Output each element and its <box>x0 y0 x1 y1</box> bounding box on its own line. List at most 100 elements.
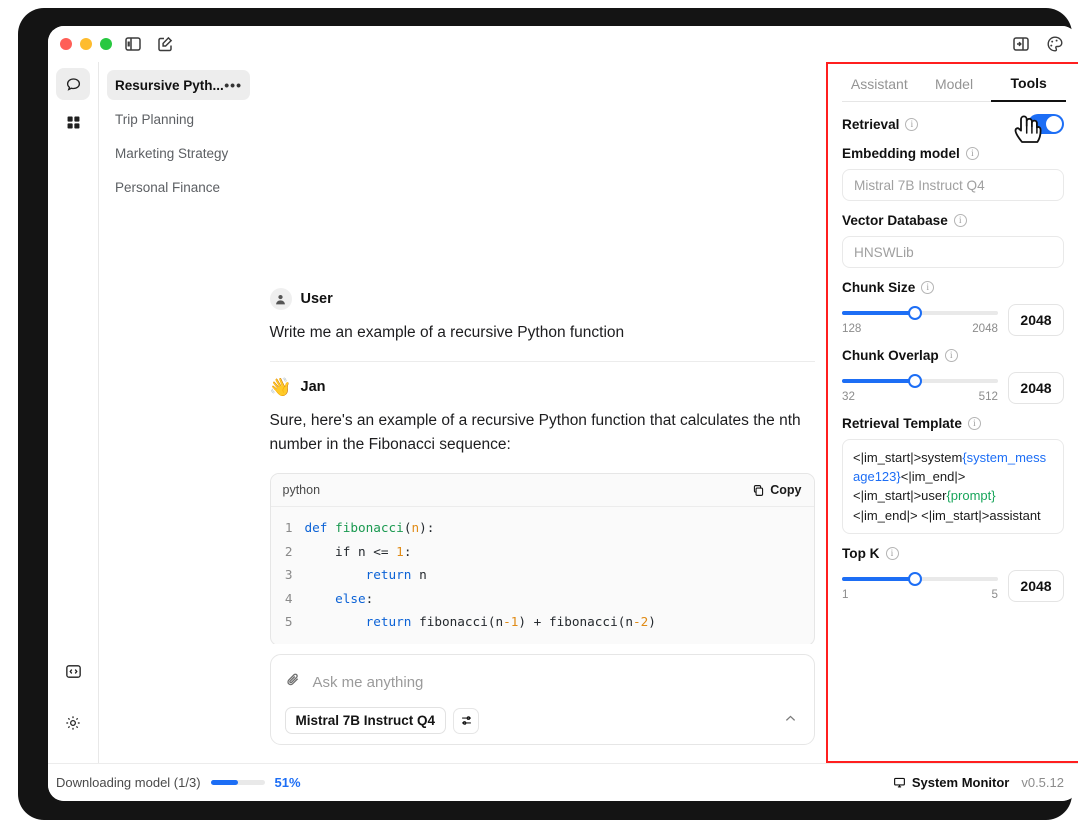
chunk-size-range: 128 2048 <box>842 322 998 335</box>
slider-fill <box>842 311 915 315</box>
right-panel-toggle-icon[interactable] <box>1012 35 1030 53</box>
info-icon[interactable]: i <box>968 417 981 430</box>
retrieval-template-label-group: Retrieval Template i <box>842 416 1064 431</box>
rail-item-chat[interactable] <box>56 68 90 100</box>
slider-thumb[interactable] <box>908 572 922 586</box>
info-icon[interactable]: i <box>945 349 958 362</box>
message-assistant: 👋 Jan Sure, here's an example of a recur… <box>270 361 815 644</box>
app-body: Resursive Pyth... ••• Trip Planning Mark… <box>48 62 1078 763</box>
theme-palette-icon[interactable] <box>1046 35 1064 53</box>
thread-item-3[interactable]: Personal Finance <box>107 172 250 202</box>
icon-rail <box>48 62 98 763</box>
info-icon[interactable]: i <box>921 281 934 294</box>
chunk-overlap-range: 32 512 <box>842 390 998 403</box>
code-line-text: if n <= 1: <box>305 540 412 564</box>
slider-thumb[interactable] <box>908 374 922 388</box>
vector-database-label-group: Vector Database i <box>842 213 1064 228</box>
thread-item-2[interactable]: Marketing Strategy <box>107 138 250 168</box>
code-icon[interactable] <box>56 655 90 687</box>
chunk-size-slider-row: 128 2048 2048 <box>842 304 1064 336</box>
retrieval-row: Retrieval i <box>842 114 1064 134</box>
chevron-up-icon[interactable] <box>783 711 800 731</box>
code-block-header: python Copy <box>271 474 814 507</box>
info-icon[interactable]: i <box>905 118 918 131</box>
thread-item-1[interactable]: Trip Planning <box>107 104 250 134</box>
message-author: Jan <box>301 379 326 395</box>
version-label: v0.5.12 <box>1021 775 1064 790</box>
tab-model[interactable]: Model <box>917 76 992 101</box>
new-chat-icon[interactable] <box>156 35 174 53</box>
system-monitor-label: System Monitor <box>912 775 1010 790</box>
chunk-overlap-slider[interactable] <box>842 379 998 383</box>
chunk-size-field: Chunk Size i 128 204 <box>842 280 1064 336</box>
device-frame: Resursive Pyth... ••• Trip Planning Mark… <box>18 8 1072 820</box>
info-icon[interactable]: i <box>954 214 967 227</box>
slider-max: 5 <box>992 588 998 601</box>
info-icon[interactable]: i <box>966 147 979 160</box>
vector-database-label: Vector Database <box>842 213 948 228</box>
download-percent: 51% <box>275 775 301 790</box>
maximize-window-button[interactable] <box>100 38 112 50</box>
embedding-model-label-group: Embedding model i <box>842 146 1064 161</box>
chunk-size-slider[interactable] <box>842 311 998 315</box>
rail-item-hub[interactable] <box>56 106 90 138</box>
top-k-slider[interactable] <box>842 577 998 581</box>
selected-model-button[interactable]: Mistral 7B Instruct Q4 <box>285 707 447 734</box>
template-token: <|im_end|> <|im_start|>assistant <box>853 508 1041 523</box>
tab-tools[interactable]: Tools <box>991 75 1066 102</box>
top-k-value-input[interactable]: 2048 <box>1008 570 1064 602</box>
thread-title: Marketing Strategy <box>115 146 228 161</box>
status-bar: Downloading model (1/3) 51% System Monit… <box>48 763 1078 801</box>
tab-assistant[interactable]: Assistant <box>842 76 917 101</box>
top-k-label: Top K <box>842 546 880 561</box>
app-window: Resursive Pyth... ••• Trip Planning Mark… <box>48 26 1078 801</box>
thread-item-0[interactable]: Resursive Pyth... ••• <box>107 70 250 100</box>
vector-database-input[interactable]: HNSWLib <box>842 236 1064 268</box>
composer-input-row[interactable]: Ask me anything <box>285 667 800 697</box>
thread-title: Personal Finance <box>115 180 220 195</box>
close-window-button[interactable] <box>60 38 72 50</box>
chat-scroll-area[interactable]: User Write me an example of a recursive … <box>258 62 826 644</box>
title-bar <box>48 26 1078 62</box>
code-line-number: 5 <box>271 610 305 634</box>
retrieval-label: Retrieval <box>842 117 899 132</box>
panel-tabs: Assistant Model Tools <box>842 62 1066 102</box>
code-line: 2 if n <= 1: <box>271 540 814 564</box>
slider-min: 32 <box>842 390 855 403</box>
paperclip-icon[interactable] <box>285 671 302 693</box>
sidebar-toggle-icon[interactable] <box>124 35 142 53</box>
chunk-overlap-field: Chunk Overlap i 32 5 <box>842 348 1064 404</box>
retrieval-template-textarea[interactable]: <|im_start|>system{system_message123}<|i… <box>842 439 1064 534</box>
template-token: <|im_start|>system <box>853 450 962 465</box>
code-line-number: 3 <box>271 563 305 587</box>
slider-thumb[interactable] <box>908 306 922 320</box>
chunk-overlap-value-input[interactable]: 2048 <box>1008 372 1064 404</box>
code-line-text: return n <box>305 563 427 587</box>
download-progress-fill <box>211 780 239 785</box>
code-line: 5 return fibonacci(n-1) + fibonacci(n-2) <box>271 610 814 634</box>
retrieval-toggle[interactable] <box>1028 114 1064 134</box>
titlebar-left-actions <box>124 35 174 53</box>
status-bar-right: System Monitor v0.5.12 <box>893 775 1064 790</box>
chunk-size-value-input[interactable]: 2048 <box>1008 304 1064 336</box>
copy-label: Copy <box>770 483 801 497</box>
retrieval-field: Retrieval i <box>842 114 1064 134</box>
toggle-knob <box>1046 116 1062 132</box>
template-token: {prompt} <box>946 488 995 503</box>
sliders-icon[interactable] <box>453 708 479 734</box>
composer-toolbar: Mistral 7B Instruct Q4 <box>285 707 800 734</box>
info-icon[interactable]: i <box>886 547 899 560</box>
composer-placeholder: Ask me anything <box>313 674 424 691</box>
gear-icon[interactable] <box>56 707 90 739</box>
slider-min: 1 <box>842 588 848 601</box>
download-status: Downloading model (1/3) 51% <box>56 775 301 790</box>
tools-panel: Assistant Model Tools Retrieval i <box>826 62 1078 763</box>
thread-more-icon[interactable]: ••• <box>224 77 242 93</box>
chunk-overlap-label-group: Chunk Overlap i <box>842 348 1064 363</box>
titlebar-right-actions <box>1012 35 1064 53</box>
code-line-text: return fibonacci(n-1) + fibonacci(n-2) <box>305 610 656 634</box>
embedding-model-input[interactable]: Mistral 7B Instruct Q4 <box>842 169 1064 201</box>
copy-code-button[interactable]: Copy <box>752 483 801 497</box>
minimize-window-button[interactable] <box>80 38 92 50</box>
system-monitor-button[interactable]: System Monitor <box>893 775 1010 790</box>
